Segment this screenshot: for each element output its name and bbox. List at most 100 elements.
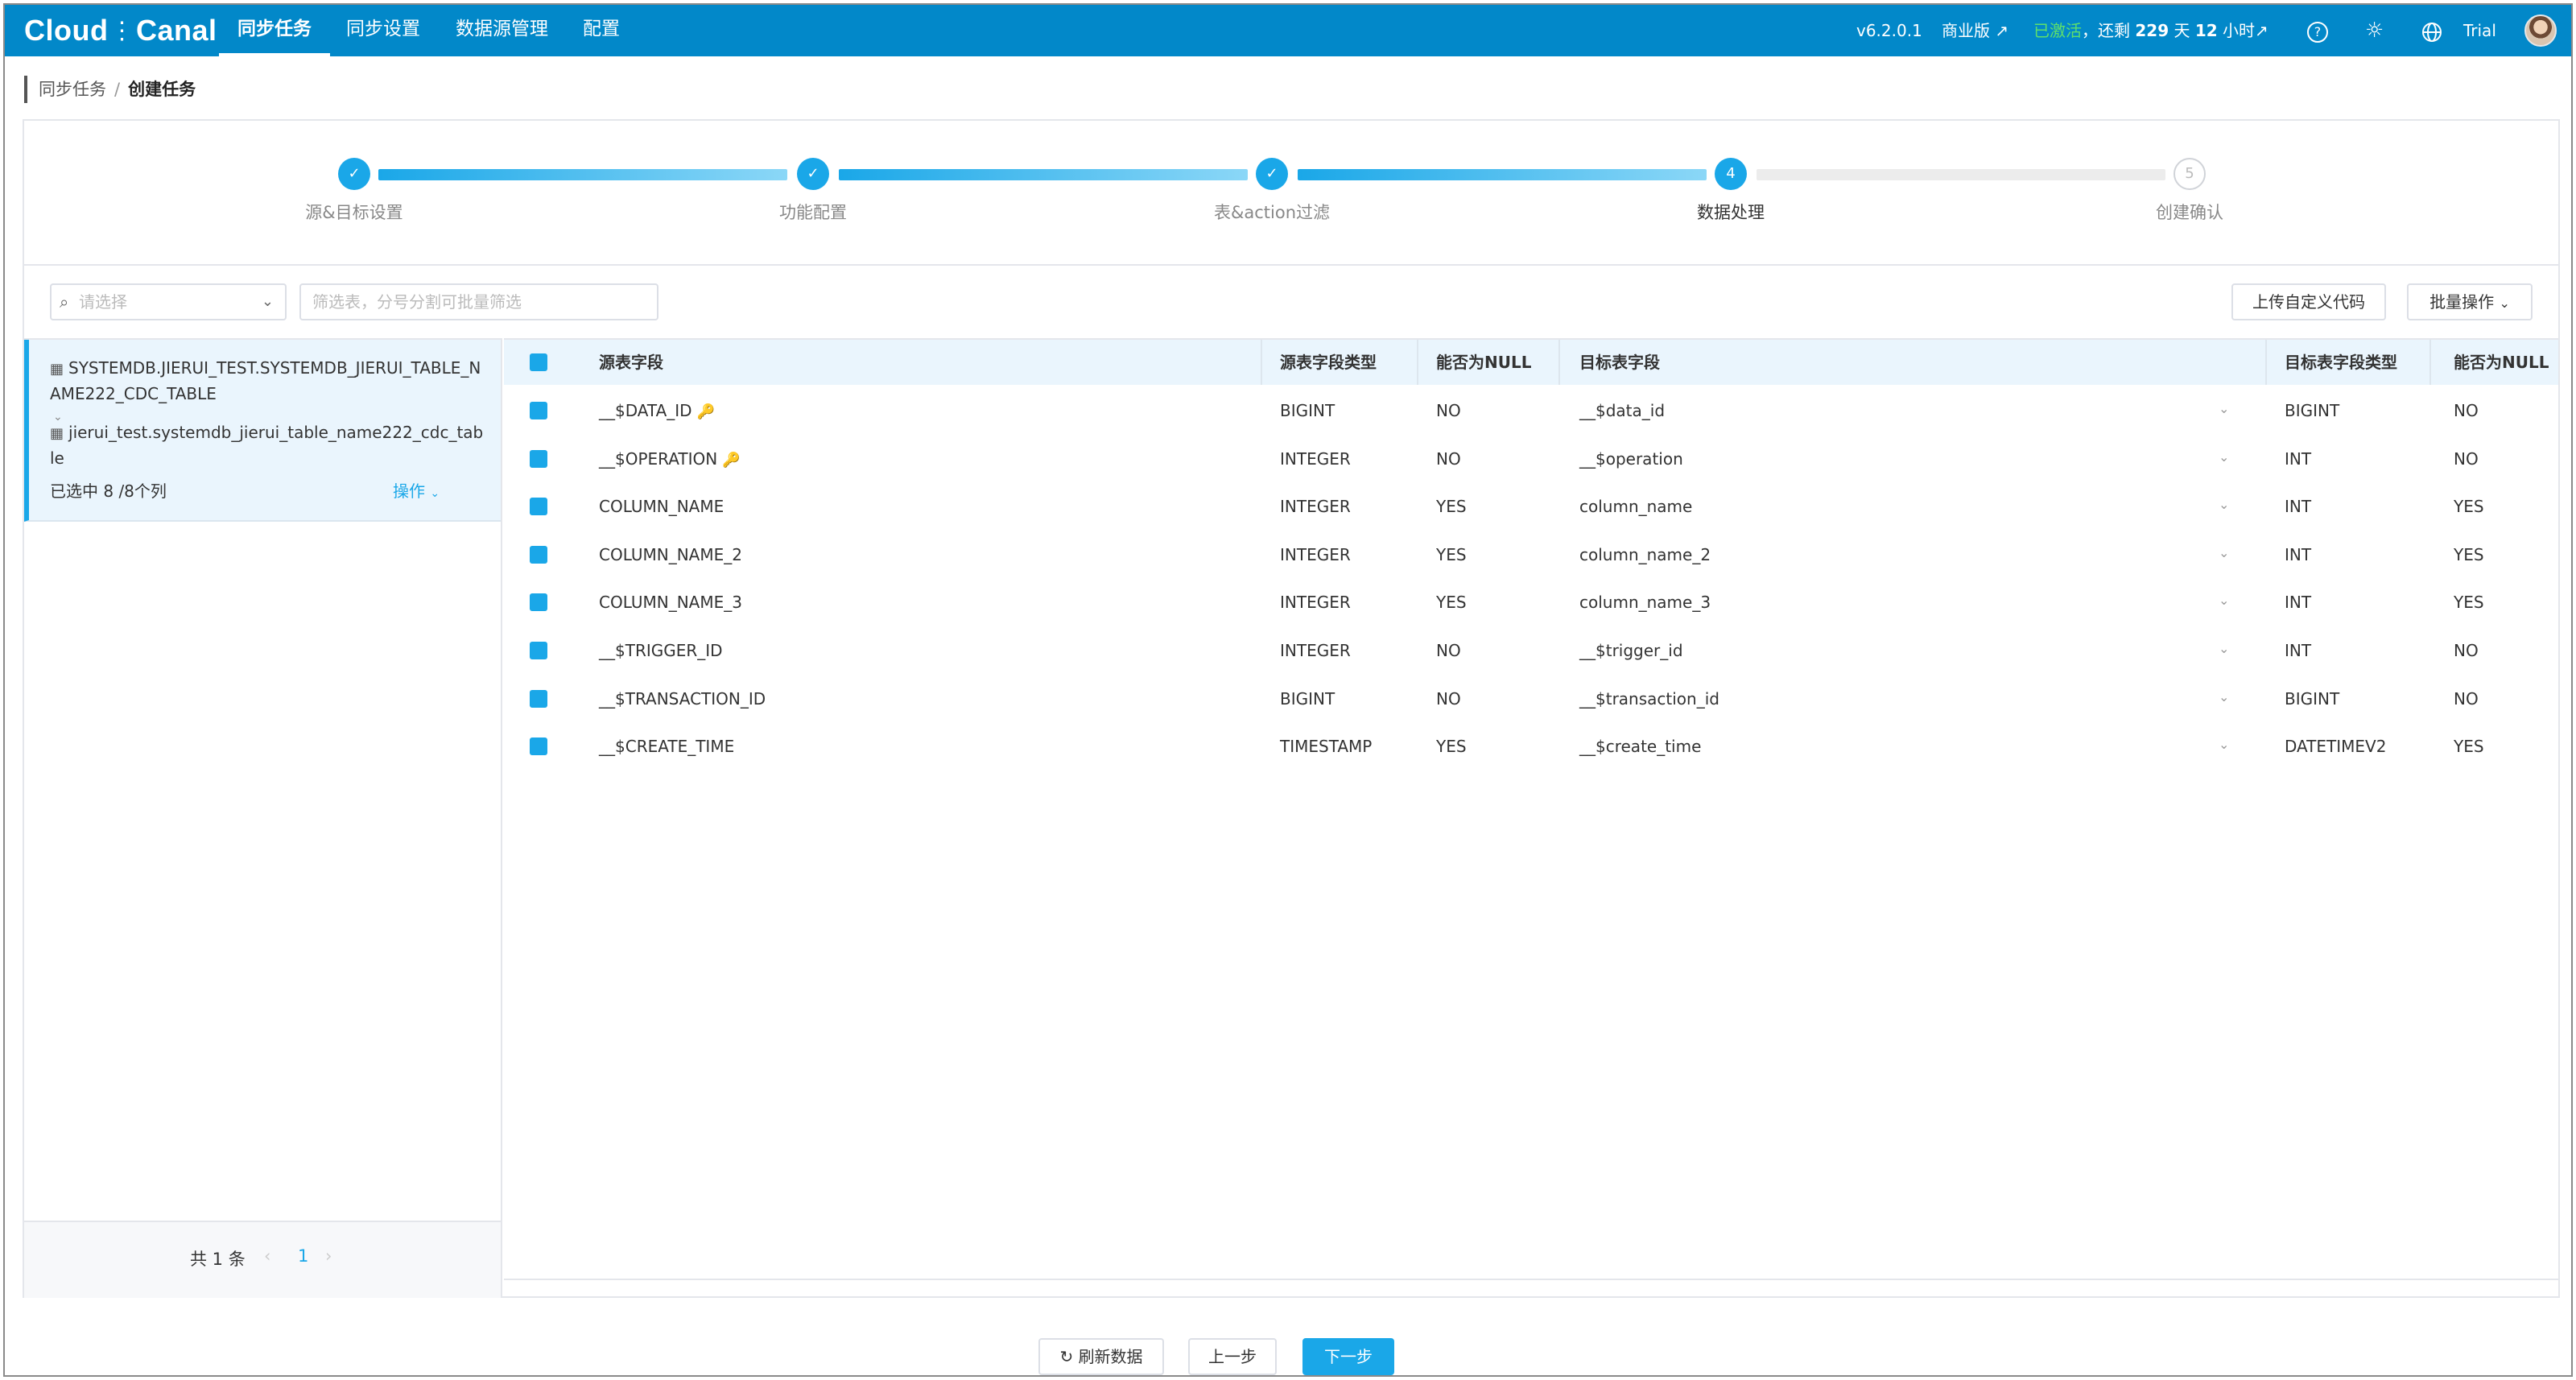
- chevron-down-icon[interactable]: ⌄: [2219, 593, 2229, 608]
- stepper: ✓ ✓ ✓ 4 5 源&目标设置 功能配置 表&action过滤 数据处理 创建…: [24, 121, 2558, 266]
- nav-config[interactable]: 配置: [583, 5, 620, 56]
- src-null-text: NO: [1436, 641, 1461, 660]
- column-mapping-table: 源表字段 源表字段类型 能否为NULL 目标表字段 目标表字段类型 能否为NUL…: [504, 338, 2558, 1280]
- header-src-null: 能否为NULL: [1436, 353, 1532, 372]
- remaining-prefix: ，还剩: [2082, 21, 2130, 40]
- dst-null-text: YES: [2454, 593, 2484, 613]
- dst-null-text: NO: [2454, 641, 2479, 660]
- src-type-text: INTEGER: [1280, 593, 1351, 613]
- header-src-field: 源表字段: [599, 353, 663, 372]
- table-list-item[interactable]: ▦ SYSTEMDB.JIERUI_TEST.SYSTEMDB_JIERUI_TA…: [24, 340, 501, 522]
- dst-field-select[interactable]: __$trigger_id: [1579, 626, 1683, 675]
- dst-null: YES: [2454, 482, 2484, 531]
- row-checkbox[interactable]: [530, 642, 547, 659]
- src-null: NO: [1436, 626, 1461, 675]
- src-field: __$CREATE_TIME: [599, 722, 734, 771]
- src-null-text: NO: [1436, 448, 1461, 469]
- next-step-button[interactable]: 下一步: [1302, 1338, 1394, 1375]
- upload-custom-code-button[interactable]: 上传自定义代码: [2231, 283, 2386, 320]
- src-field-text: __$OPERATION: [599, 448, 718, 469]
- chevron-down-icon[interactable]: ⌄: [2219, 641, 2229, 656]
- breadcrumb-current: 创建任务: [128, 80, 196, 99]
- chevron-down-icon[interactable]: ⌄: [2219, 449, 2229, 465]
- user-name[interactable]: Trial: [2463, 5, 2496, 56]
- chevron-right-icon[interactable]: ›: [325, 1246, 332, 1266]
- dst-type: INT: [2285, 482, 2311, 531]
- key-icon: 🔑: [722, 451, 741, 469]
- batch-ops-button[interactable]: 批量操作 ⌄: [2407, 283, 2533, 320]
- table-select[interactable]: ⌕ 请选择 ⌄: [50, 283, 287, 320]
- dst-field-select[interactable]: column_name_3: [1579, 578, 1711, 626]
- dst-type-text: INT: [2285, 448, 2312, 469]
- table-filter-input[interactable]: 筛选表，分号分割可批量筛选: [299, 283, 658, 320]
- nav-datasource[interactable]: 数据源管理: [456, 5, 548, 56]
- source-table-name: ▦ SYSTEMDB.JIERUI_TEST.SYSTEMDB_JIERUI_TA…: [50, 356, 485, 406]
- row-checkbox[interactable]: [530, 498, 547, 516]
- dst-type-text: INT: [2285, 497, 2312, 517]
- step-label-2: 功能配置: [779, 203, 847, 222]
- globe-icon[interactable]: [2421, 5, 2442, 56]
- src-null: NO: [1436, 675, 1461, 723]
- src-field: __$DATA_ID 🔑: [599, 386, 715, 435]
- chevron-down-icon: ⌄: [430, 487, 440, 500]
- step-2-check-icon: ✓: [797, 158, 829, 190]
- chevron-down-icon[interactable]: ⌄: [2219, 545, 2229, 560]
- chevron-down-icon[interactable]: ⌄: [2219, 737, 2229, 752]
- row-checkbox[interactable]: [530, 449, 547, 468]
- src-type: INTEGER: [1280, 578, 1351, 626]
- dst-field-select-text: column_name: [1579, 497, 1693, 517]
- dst-null: NO: [2454, 675, 2479, 723]
- dst-field-select[interactable]: column_name_2: [1579, 531, 1711, 579]
- row-checkbox[interactable]: [530, 689, 547, 708]
- src-null: YES: [1436, 722, 1467, 771]
- chevron-left-icon[interactable]: ‹: [264, 1246, 270, 1266]
- nav-sync-tasks[interactable]: 同步任务: [219, 5, 330, 56]
- chevron-down-icon[interactable]: ⌄: [2219, 401, 2229, 416]
- row-checkbox[interactable]: [530, 402, 547, 419]
- dst-null: NO: [2454, 386, 2479, 435]
- step-3-check-icon: ✓: [1256, 158, 1288, 190]
- selected-column-count: 已选中 8 /8个列: [50, 481, 167, 501]
- prev-step-button[interactable]: 上一步: [1188, 1338, 1277, 1375]
- logo[interactable]: Cloud ⋮ Canal: [24, 10, 217, 52]
- dst-type: BIGINT: [2285, 386, 2339, 435]
- avatar[interactable]: [2524, 14, 2557, 47]
- hours-unit[interactable]: 小时↗: [2223, 21, 2268, 40]
- src-field-text: __$TRANSACTION_ID: [599, 688, 766, 709]
- col-divider: [2265, 340, 2267, 385]
- breadcrumb-root[interactable]: 同步任务: [39, 80, 106, 99]
- dst-null-text: NO: [2454, 688, 2479, 709]
- edition-link[interactable]: 商业版 ↗: [1942, 5, 2008, 56]
- step-connector-2: [839, 169, 1248, 180]
- step-connector-1: [378, 169, 787, 180]
- row-checkbox[interactable]: [530, 738, 547, 756]
- help-icon[interactable]: ?: [2307, 5, 2328, 56]
- dst-field-select[interactable]: column_name: [1579, 482, 1692, 531]
- select-all-checkbox[interactable]: [530, 353, 547, 371]
- dst-field-select[interactable]: __$operation: [1579, 435, 1683, 483]
- chevron-down-icon[interactable]: ⌄: [2219, 497, 2229, 512]
- dst-null-text: YES: [2454, 544, 2484, 564]
- row-checkbox[interactable]: [530, 545, 547, 564]
- table-icon: ▦: [50, 361, 64, 378]
- table-ops-dropdown[interactable]: 操作 ⌄: [393, 478, 440, 502]
- logo-mark: ⋮: [109, 17, 134, 44]
- src-field-text: COLUMN_NAME_3: [599, 593, 742, 613]
- sun-icon[interactable]: ☼: [2365, 5, 2384, 56]
- src-null: YES: [1436, 531, 1467, 579]
- dst-type-text: INT: [2285, 641, 2312, 660]
- refresh-data-button[interactable]: ↻ 刷新数据: [1038, 1338, 1164, 1375]
- src-null-text: YES: [1436, 737, 1467, 757]
- dst-field-select[interactable]: __$transaction_id: [1579, 675, 1719, 723]
- src-type-text: INTEGER: [1280, 448, 1351, 469]
- src-type-text: BIGINT: [1280, 401, 1335, 420]
- pager-page-1[interactable]: 1: [298, 1246, 308, 1266]
- col-divider: [1417, 340, 1418, 385]
- nav-sync-settings[interactable]: 同步设置: [346, 5, 420, 56]
- chevron-down-icon[interactable]: ⌄: [2219, 689, 2229, 704]
- dst-type-text: INT: [2285, 593, 2312, 613]
- dst-field-select[interactable]: __$data_id: [1579, 386, 1665, 435]
- row-checkbox[interactable]: [530, 593, 547, 612]
- dst-field-select[interactable]: __$create_time: [1579, 722, 1701, 771]
- target-table-name: ▦ jierui_test.systemdb_jierui_table_name2…: [50, 420, 485, 470]
